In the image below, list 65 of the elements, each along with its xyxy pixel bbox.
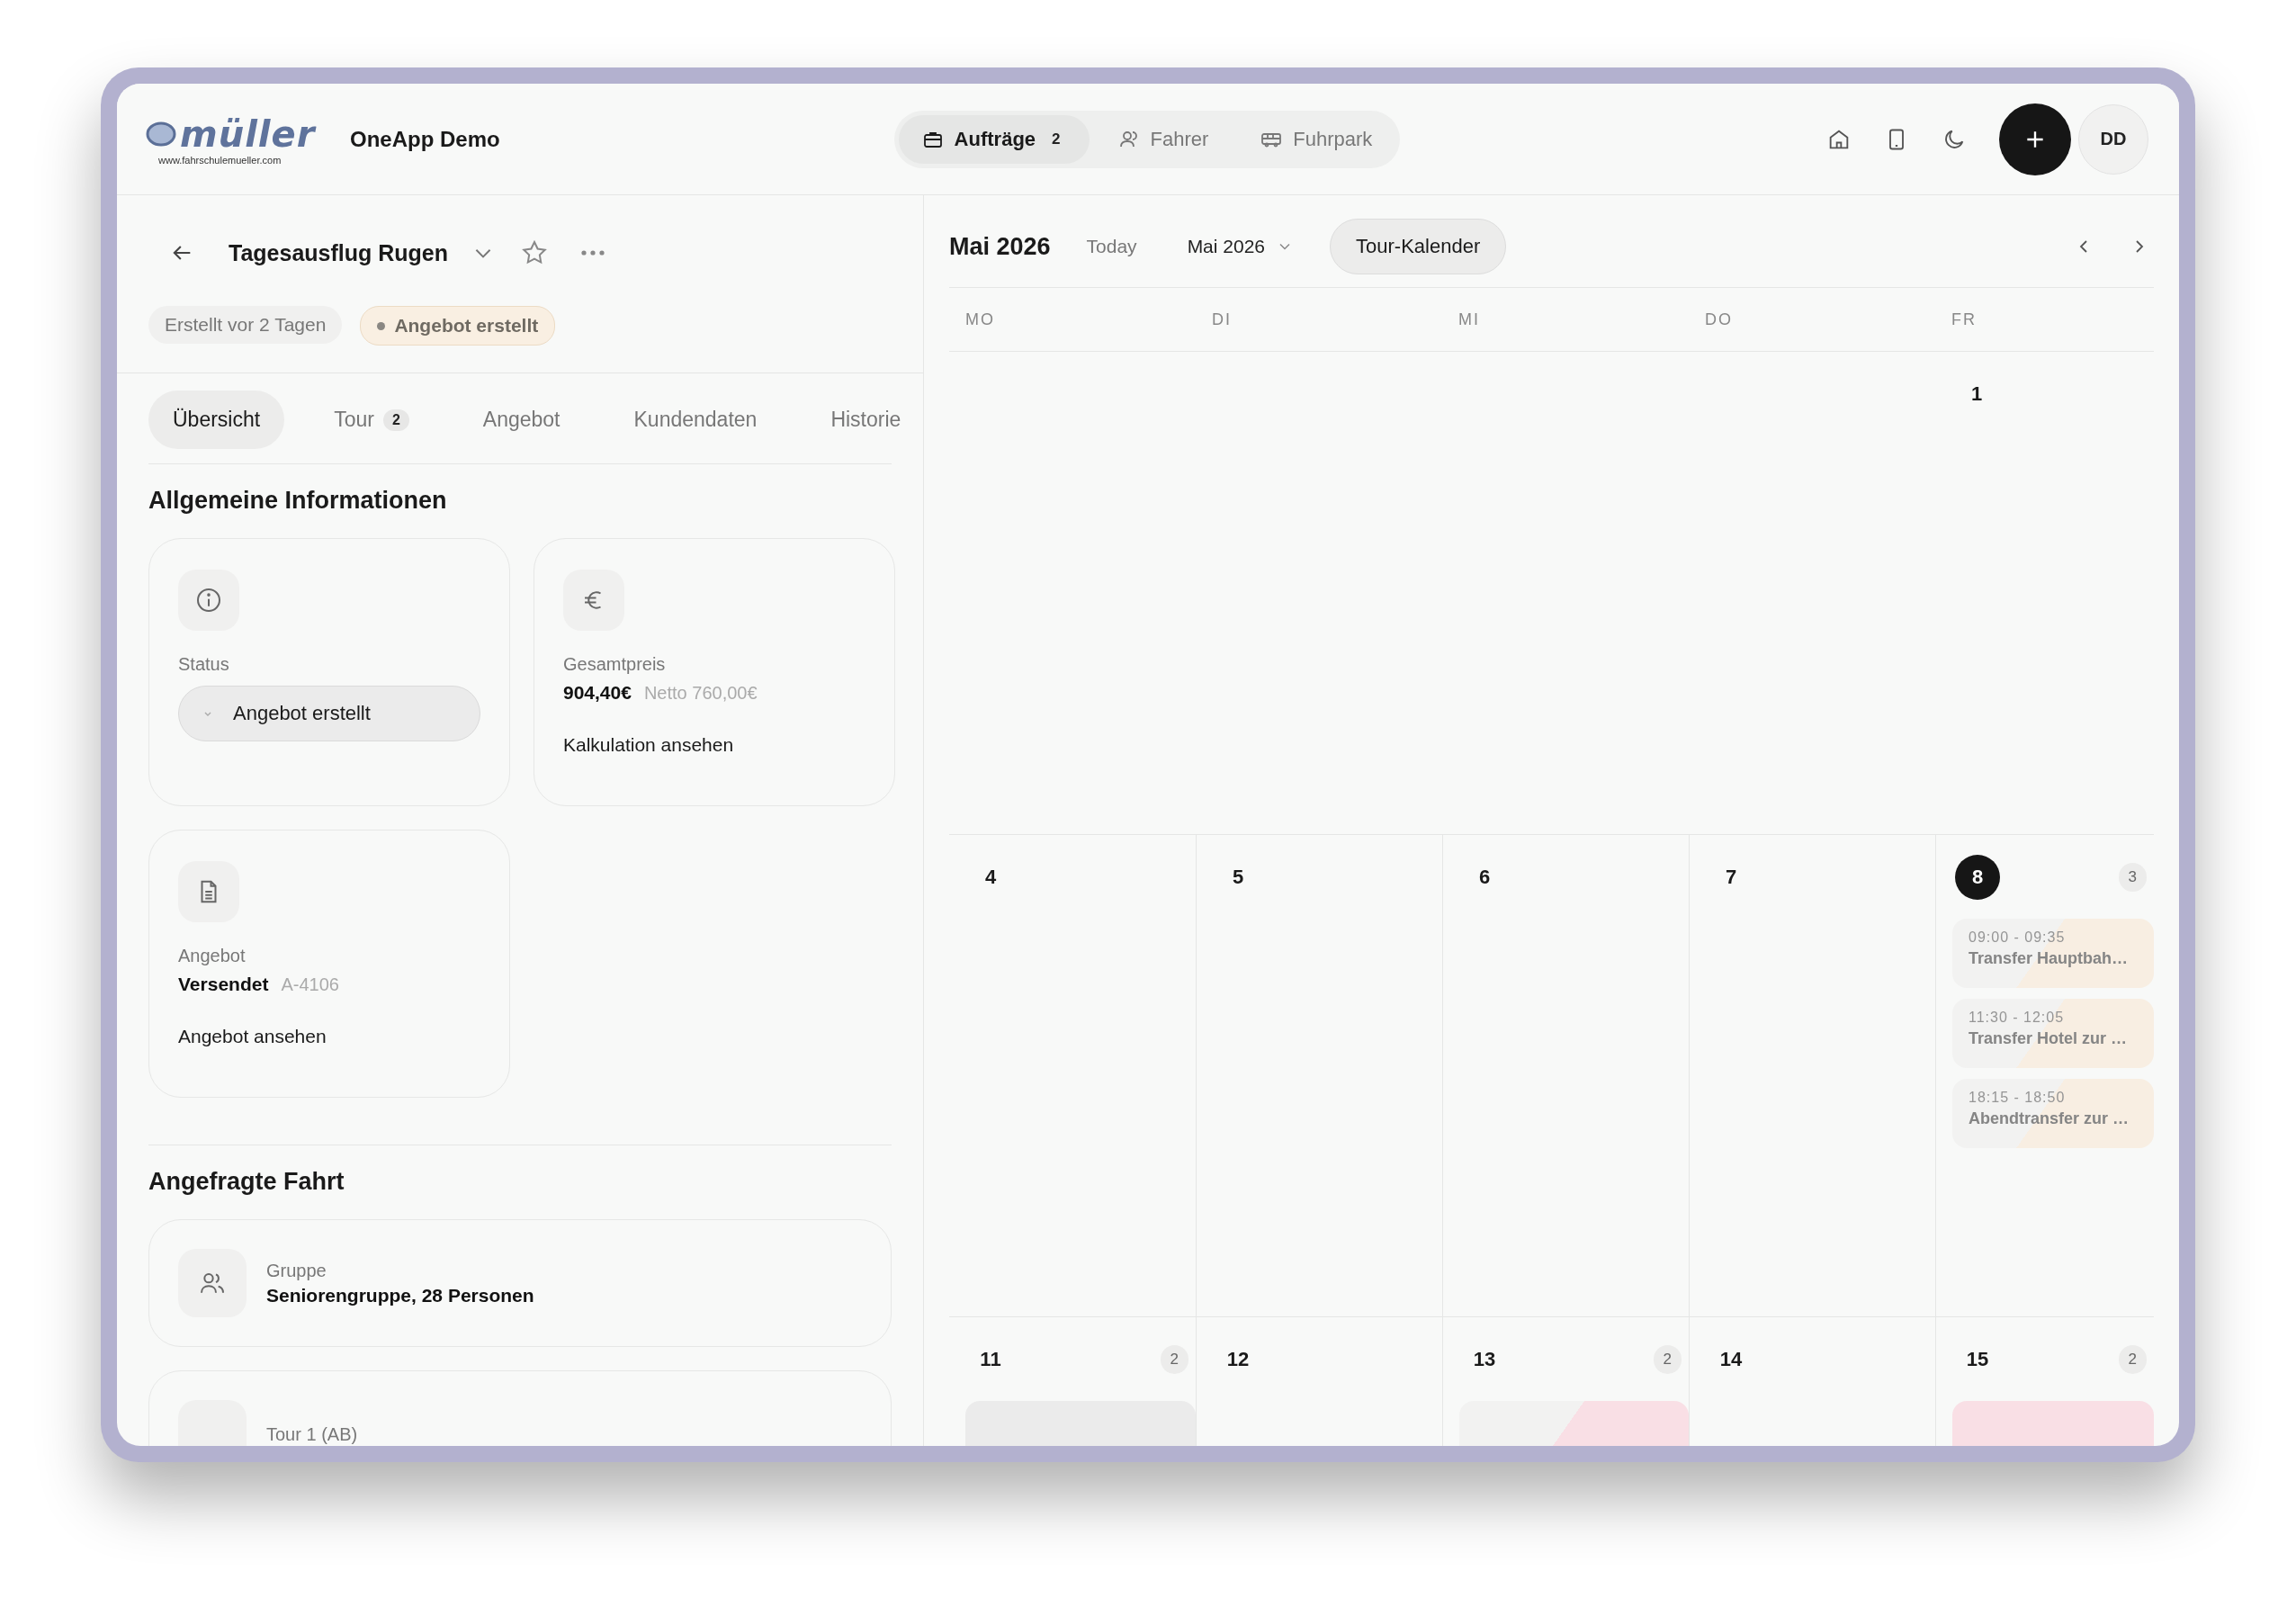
event-title: Transfer Hotel zur …: [1969, 1029, 2129, 1048]
tab[interactable]: Kundendaten: [609, 391, 782, 449]
count-badge: 2: [2118, 1345, 2147, 1374]
today-button[interactable]: Today: [1081, 235, 1143, 258]
event-time: 11:30 - 12:05: [1969, 1010, 2066, 1026]
month-select[interactable]: Mai 2026: [1181, 235, 1299, 258]
count-badge: 2: [1160, 1345, 1188, 1374]
count-badge: 2: [382, 408, 409, 431]
nav-tab[interactable]: Fahrer: [1094, 114, 1233, 164]
weekday-label: DO: [1704, 310, 1734, 329]
count-label: 2: [1051, 129, 1062, 149]
day-number[interactable]: 1: [1954, 372, 1999, 417]
day-number[interactable]: 11: [968, 1337, 1013, 1382]
event-title: Abendtransfer zur …: [1969, 1109, 2130, 1128]
weekday-label: FR: [1951, 310, 1978, 329]
view-button[interactable]: Tour-Kalender: [1330, 219, 1507, 274]
status-select[interactable]: Angebot erstellt: [178, 686, 480, 741]
tab[interactable]: Übersicht: [148, 391, 285, 449]
field-value: 904,40€: [563, 682, 632, 704]
section-title: Allgemeine Informationen: [148, 486, 448, 516]
view-link[interactable]: Kalkulation ansehen: [563, 734, 865, 756]
day-number[interactable]: 5: [1215, 855, 1260, 900]
field-label: Status: [178, 654, 230, 675]
view-link[interactable]: Angebot ansehen: [178, 1026, 480, 1047]
date-chip: Erstellt vor 2 Tagen: [148, 306, 343, 344]
tab[interactable]: Angebot: [458, 391, 585, 449]
trip-title: Tagesausflug Rugen: [229, 239, 448, 266]
weekday-label: MO: [964, 310, 996, 329]
field-value: Versendet: [178, 974, 269, 995]
day-number[interactable]: 4: [968, 855, 1013, 900]
section-title: Angefragte Fahrt: [148, 1167, 345, 1197]
day-number[interactable]: 14: [1709, 1337, 1753, 1382]
more-icon[interactable]: [579, 248, 606, 257]
tab[interactable]: Historie: [806, 391, 923, 449]
event-time: 18:15 - 18:50: [1969, 1090, 2067, 1106]
day-number[interactable]: 15: [1955, 1337, 2000, 1382]
chip-label: Angebot erstellt: [394, 315, 539, 337]
day-number[interactable]: 8: [1955, 855, 2000, 900]
logo-wordmark: müller: [180, 112, 316, 155]
weekday-label: DI: [1211, 310, 1233, 329]
avatar-button[interactable]: DD: [2078, 103, 2148, 175]
field-label: Gesamtpreis: [563, 654, 667, 675]
logo-url: www.fahrschulemueller.com: [157, 154, 282, 166]
field-label: Tour 1 (AB): [266, 1423, 358, 1445]
event-time: 09:00 - 09:35: [1969, 929, 2067, 946]
nav-tab[interactable]: Fuhrpark: [1237, 114, 1396, 164]
event-title: Transfer Hauptbah…: [1969, 949, 2130, 968]
field-note: A-4106: [281, 974, 339, 995]
count-badge: 2: [1653, 1345, 1682, 1374]
day-number[interactable]: 13: [1462, 1337, 1507, 1382]
count-badge: 3: [2118, 863, 2147, 892]
field-label: Gruppe: [266, 1260, 327, 1281]
dot-icon: [377, 321, 386, 330]
info-icon: [194, 586, 223, 615]
day-number[interactable]: 6: [1462, 855, 1507, 900]
weekday-label: MI: [1457, 310, 1481, 329]
field-label: Angebot: [178, 946, 247, 966]
app-name: OneApp Demo: [350, 126, 500, 152]
tab[interactable]: Tour 2: [309, 391, 434, 449]
day-number[interactable]: 7: [1709, 855, 1753, 900]
calendar-title: Mai 2026: [949, 232, 1051, 261]
nav-tab[interactable]: Aufträge 2: [898, 114, 1090, 164]
day-number[interactable]: 12: [1215, 1337, 1260, 1382]
field-value: Seniorengruppe, 28 Personen: [266, 1284, 534, 1306]
field-note: Netto 760,00€: [643, 683, 758, 704]
